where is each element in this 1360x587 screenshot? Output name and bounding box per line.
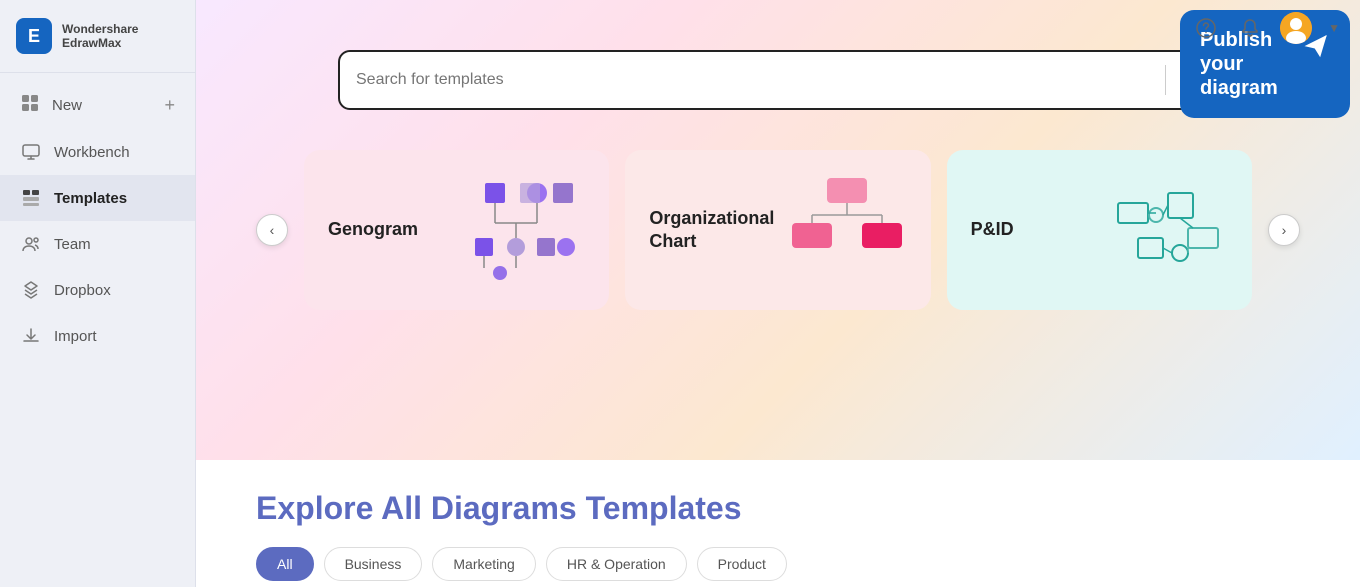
org-chart-illustration [787, 173, 907, 288]
sidebar-item-import[interactable]: Import [0, 313, 195, 359]
notification-button[interactable] [1236, 14, 1264, 42]
search-input[interactable] [356, 71, 1153, 89]
sidebar-new-label: New [52, 97, 82, 114]
sidebar-team-label: Team [54, 236, 91, 253]
filter-tab-business[interactable]: Business [324, 547, 423, 581]
template-card-pid[interactable]: P&ID [947, 150, 1252, 310]
product-name: EdrawMax [62, 36, 138, 50]
genogram-illustration [465, 173, 585, 288]
brand-name: Wondershare [62, 22, 138, 36]
sidebar-workbench-label: Workbench [54, 144, 130, 161]
next-arrow[interactable]: › [1268, 214, 1300, 246]
cards-container: Genogram [304, 150, 1252, 310]
template-card-genogram[interactable]: Genogram [304, 150, 609, 310]
plus-icon [20, 93, 40, 117]
template-card-org-chart[interactable]: Organizational Chart [625, 150, 930, 310]
app-logo: E Wondershare EdrawMax [0, 0, 195, 73]
filter-tab-marketing[interactable]: Marketing [432, 547, 535, 581]
sidebar-dropbox-label: Dropbox [54, 282, 111, 299]
filter-tabs: All Business Marketing HR & Operation Pr… [256, 547, 1300, 581]
sidebar-item-dropbox[interactable]: Dropbox [0, 267, 195, 313]
top-bar: ▼ [1172, 0, 1360, 56]
filter-tab-product[interactable]: Product [697, 547, 787, 581]
avatar-dropdown-icon[interactable]: ▼ [1328, 21, 1340, 35]
pid-illustration [1108, 173, 1228, 288]
sidebar-nav: New + Workbench Templates Team [0, 73, 195, 367]
new-plus-icon: + [164, 95, 175, 116]
sidebar-item-team[interactable]: Team [0, 221, 195, 267]
prev-arrow[interactable]: ‹ [256, 214, 288, 246]
logo-icon: E [16, 18, 52, 54]
dropbox-icon [20, 279, 42, 301]
search-bar [338, 50, 1218, 110]
monitor-icon [20, 141, 42, 163]
help-button[interactable] [1192, 14, 1220, 42]
team-icon [20, 233, 42, 255]
sidebar-item-templates[interactable]: Templates [0, 175, 195, 221]
sidebar-templates-label: Templates [54, 190, 127, 207]
search-container [256, 40, 1300, 110]
hero-section: ‹ Genogram [196, 0, 1360, 460]
explore-section: Explore All Diagrams Templates All Busin… [196, 460, 1360, 587]
sidebar-import-label: Import [54, 328, 97, 345]
sidebar-item-new[interactable]: New + [0, 81, 195, 129]
user-avatar[interactable] [1280, 12, 1312, 44]
sidebar-item-workbench[interactable]: Workbench [0, 129, 195, 175]
templates-row: ‹ Genogram [256, 150, 1300, 310]
search-divider [1165, 65, 1166, 95]
main-content: ▼ ‹ Genogram [196, 0, 1360, 587]
pid-label: P&ID [971, 218, 1014, 241]
template-icon [20, 187, 42, 209]
import-icon [20, 325, 42, 347]
explore-title: Explore All Diagrams Templates [256, 490, 1300, 527]
filter-tab-all[interactable]: All [256, 547, 314, 581]
filter-tab-hr-operation[interactable]: HR & Operation [546, 547, 687, 581]
sidebar: E Wondershare EdrawMax New + Workbench [0, 0, 196, 587]
genogram-label: Genogram [328, 218, 418, 241]
org-chart-label: Organizational Chart [649, 207, 769, 254]
